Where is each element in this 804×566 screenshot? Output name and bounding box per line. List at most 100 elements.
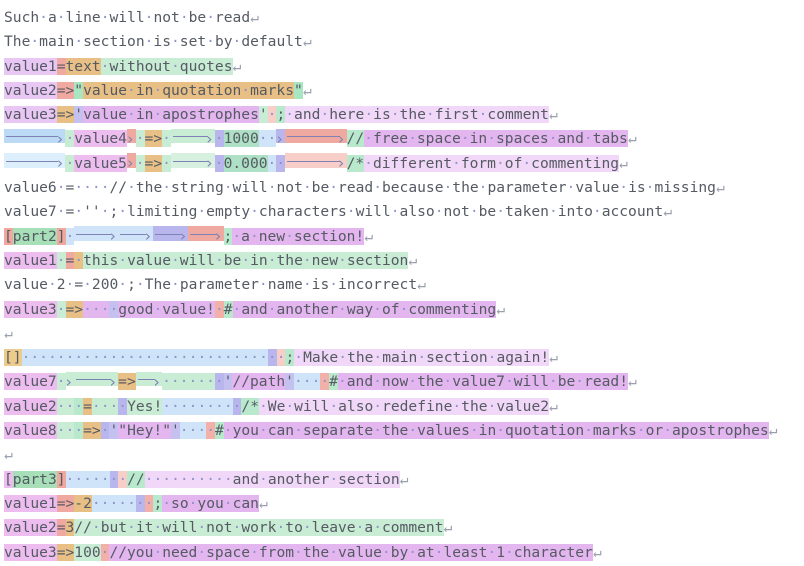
space-whitespace-glyph: · bbox=[153, 349, 163, 367]
code-line[interactable]: [part3]·······//··········and·another·se… bbox=[4, 468, 804, 492]
code-line[interactable]: value2=3//·but·it·will·not·work·to·leave… bbox=[4, 516, 804, 540]
space-whitespace-glyph: · bbox=[56, 349, 66, 367]
code-line[interactable]: ·value4·=>··1000··//·free·space·in·space… bbox=[4, 127, 804, 151]
code-line[interactable]: ·value5·=>··0.000··/*·different·form·of·… bbox=[4, 152, 804, 176]
space-whitespace-glyph: · bbox=[223, 470, 233, 488]
space-whitespace-glyph: · bbox=[65, 154, 75, 172]
code-token: not bbox=[153, 9, 180, 26]
code-token: not bbox=[443, 203, 470, 221]
newline-glyph: ↵ bbox=[250, 9, 259, 26]
space-whitespace-glyph: · bbox=[197, 373, 207, 391]
space-whitespace-glyph: · bbox=[91, 179, 101, 197]
code-token: 1 bbox=[496, 543, 505, 561]
code-token: first bbox=[434, 106, 479, 124]
code-line[interactable]: value1=text·without·quotes↵ bbox=[4, 55, 804, 79]
code-token: name bbox=[267, 276, 303, 294]
code-token: and bbox=[557, 130, 584, 148]
code-token: value bbox=[575, 179, 620, 197]
space-whitespace-glyph: · bbox=[171, 276, 180, 294]
code-token: quotation bbox=[505, 422, 585, 440]
space-whitespace-glyph: · bbox=[232, 349, 242, 367]
code-line[interactable]: []······························;·Make·t… bbox=[4, 346, 804, 370]
space-whitespace-glyph: · bbox=[74, 422, 84, 440]
code-token: // bbox=[109, 179, 128, 197]
code-token: ] bbox=[56, 470, 66, 488]
newline-glyph: ↵ bbox=[549, 349, 558, 367]
space-whitespace-glyph: · bbox=[197, 203, 207, 221]
space-whitespace-glyph: · bbox=[329, 470, 339, 488]
space-whitespace-glyph: · bbox=[346, 203, 356, 221]
code-line[interactable]: ↵ bbox=[4, 443, 804, 467]
code-token: form bbox=[460, 154, 496, 172]
code-line[interactable]: value3=>100·//you·need·space·from·the·va… bbox=[4, 541, 804, 565]
code-token: missing bbox=[654, 179, 716, 197]
code-token: work bbox=[241, 519, 277, 537]
newline-glyph: ↵ bbox=[548, 106, 558, 124]
code-line[interactable]: ↵ bbox=[4, 322, 804, 346]
code-line[interactable]: value2=>"value·in·quotation·marks"↵ bbox=[4, 79, 804, 103]
code-line[interactable]: value8···=>·'"Hey!"'····#·you·can·separa… bbox=[4, 419, 804, 443]
code-line[interactable]: value7·=>·······'//path'····#·and·now·th… bbox=[4, 370, 804, 394]
space-whitespace-glyph: · bbox=[206, 349, 216, 367]
code-token: be bbox=[188, 9, 207, 26]
space-whitespace-glyph: · bbox=[452, 154, 461, 172]
code-token: // bbox=[127, 470, 145, 488]
code-line[interactable]: value3=>'value·in·apostrophes'·;·and·her… bbox=[4, 103, 804, 127]
code-token: = bbox=[74, 276, 84, 294]
space-whitespace-glyph: · bbox=[74, 470, 84, 488]
code-editor-pane[interactable]: Such·a·line·will·not·be·read↵ The·main·se… bbox=[0, 0, 804, 565]
code-token: = bbox=[56, 519, 66, 537]
code-line[interactable]: value3·=>····good·value!·#·and·another·w… bbox=[4, 298, 804, 322]
space-whitespace-glyph: · bbox=[127, 106, 136, 124]
code-token: section bbox=[426, 349, 488, 367]
space-whitespace-glyph: · bbox=[583, 130, 593, 148]
code-line[interactable]: value1=>-2·······;·so·you·can↵ bbox=[4, 492, 804, 516]
space-whitespace-glyph: · bbox=[294, 422, 303, 440]
code-token: 200 bbox=[91, 276, 119, 294]
code-token: free bbox=[372, 130, 409, 148]
space-whitespace-glyph: · bbox=[162, 154, 171, 172]
space-whitespace-glyph: · bbox=[65, 130, 75, 148]
code-token: character bbox=[513, 543, 593, 561]
code-token: 3 bbox=[65, 519, 75, 537]
code-token: good bbox=[118, 300, 154, 318]
space-whitespace-glyph: · bbox=[381, 543, 391, 561]
space-whitespace-glyph: · bbox=[47, 349, 57, 367]
space-whitespace-glyph: · bbox=[443, 373, 453, 391]
code-token: and bbox=[346, 373, 374, 391]
space-whitespace-glyph: · bbox=[285, 227, 294, 245]
space-whitespace-glyph: · bbox=[109, 397, 119, 415]
space-whitespace-glyph: · bbox=[302, 179, 312, 197]
code-line[interactable]: value·2·=·200·;·The·parameter·name·is·in… bbox=[4, 273, 804, 297]
code-line[interactable]: [part2]·;·a·new·section!↵ bbox=[4, 225, 804, 249]
space-whitespace-glyph: · bbox=[91, 300, 101, 318]
code-line[interactable]: value2···=····Yes!·········/*·We·will·al… bbox=[4, 395, 804, 419]
code-line[interactable]: value6·=····//·the·string·will·not·be·re… bbox=[4, 176, 804, 200]
code-token: ' bbox=[171, 422, 180, 440]
space-whitespace-glyph: · bbox=[118, 470, 128, 488]
space-whitespace-glyph: · bbox=[118, 349, 128, 367]
space-whitespace-glyph: · bbox=[215, 470, 224, 488]
space-whitespace-glyph: · bbox=[74, 397, 84, 415]
code-token: taken bbox=[505, 203, 549, 221]
space-whitespace-glyph: · bbox=[267, 251, 277, 269]
space-whitespace-glyph: · bbox=[320, 373, 330, 391]
space-whitespace-glyph: · bbox=[30, 33, 40, 51]
newline-glyph: ↵ bbox=[496, 300, 506, 318]
space-whitespace-glyph: · bbox=[215, 397, 224, 415]
space-whitespace-glyph: · bbox=[258, 422, 268, 440]
space-whitespace-glyph: · bbox=[118, 494, 128, 512]
code-token: value3 bbox=[4, 106, 57, 124]
code-line[interactable]: Such·a·line·will·not·be·read↵ bbox=[4, 6, 804, 30]
code-token: of bbox=[381, 300, 400, 318]
code-token: read bbox=[214, 9, 251, 26]
code-token: read! bbox=[584, 373, 628, 391]
code-token: at bbox=[417, 543, 435, 561]
code-line[interactable]: The·main·section·is·set·by·default↵ bbox=[4, 30, 804, 54]
code-line[interactable]: value1·=·this·value·will·be·in·the·new·s… bbox=[4, 249, 804, 273]
space-whitespace-glyph: · bbox=[206, 397, 216, 415]
space-whitespace-glyph: · bbox=[250, 203, 259, 221]
code-token: by bbox=[214, 33, 233, 51]
code-line[interactable]: value7·=·''·;·limiting·empty·characters·… bbox=[4, 200, 804, 224]
tab-whitespace-glyph bbox=[4, 128, 66, 144]
